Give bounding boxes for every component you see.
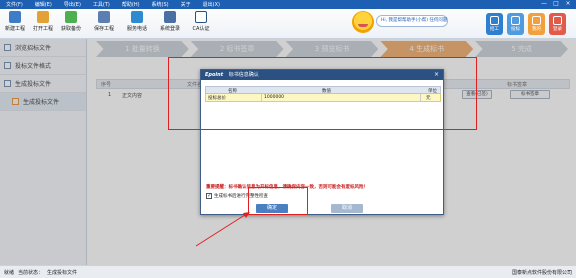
right-button-2[interactable]: 投标 — [507, 13, 524, 35]
cancel-button[interactable]: 取消 — [331, 204, 363, 213]
new-project-button[interactable]: 新建工程 — [2, 11, 28, 32]
epoint-logo: Epoint — [205, 72, 224, 78]
status-ready: 就绪 — [4, 269, 15, 276]
ca-lock-icon — [195, 11, 207, 23]
new-project-icon — [9, 11, 21, 23]
open-project-icon — [37, 11, 49, 23]
dialog-titlebar: Epoint 标书信息确认 × — [201, 70, 443, 80]
close-window-button[interactable]: × — [562, 0, 574, 7]
menu-bar: 文件(F) 编辑(E) 导出(E) 工具(T) 帮助(H) 系统(S) 关于 退… — [0, 0, 576, 9]
table-row[interactable]: 投标总价 1000000 元 — [205, 94, 441, 102]
toolbar: 新建工程 打开工程 获取备份 保存工程 服务电话 系统登录 CA认证 Hi, 我… — [0, 9, 576, 39]
bid-total-label: 投标总价 — [208, 96, 226, 101]
right-button-3[interactable]: 我的 — [528, 13, 545, 35]
menu-about[interactable]: 关于 — [175, 1, 197, 8]
dialog-title: 标书信息确认 — [228, 72, 259, 78]
window-controls: — □ × — [538, 0, 574, 7]
integrity-check-checkbox[interactable] — [206, 192, 212, 199]
menu-help[interactable]: 帮助(H) — [116, 1, 146, 8]
assistant-mascot-icon[interactable] — [352, 11, 374, 33]
assistant-bubble[interactable]: Hi, 我是帮帮助手(小帮) 任何问题 — [376, 15, 448, 27]
right-button-4[interactable]: 登录 — [549, 13, 566, 35]
get-backup-button[interactable]: 获取备份 — [58, 11, 84, 32]
service-phone-button[interactable]: 服务电话 — [124, 11, 150, 32]
login-user-icon — [553, 16, 562, 25]
open-project-button[interactable]: 打开工程 — [30, 11, 56, 32]
integrity-check-label: 生成标书后进行完整性检查 — [214, 194, 268, 199]
menu-system[interactable]: 系统(S) — [146, 1, 175, 8]
status-current-label: 当前状态： — [18, 269, 44, 276]
company-name: 国泰新点软件股份有限公司 — [511, 269, 572, 276]
status-bar: 就绪 当前状态： 生成投标文件 国泰新点软件股份有限公司 — [0, 265, 576, 278]
ca-auth-button[interactable]: CA认证 — [188, 11, 214, 32]
save-project-button[interactable]: 保存工程 — [91, 11, 117, 32]
dialog-close-icon[interactable]: × — [434, 70, 439, 80]
list-icon — [511, 16, 520, 25]
backup-icon — [65, 11, 77, 23]
bid-info-table: 名称 数值 单位 投标总价 1000000 元 — [205, 86, 441, 102]
menu-tools[interactable]: 工具(T) — [87, 1, 116, 8]
integrity-check-option[interactable]: 生成标书后进行完整性检查 — [206, 192, 268, 199]
bid-info-confirm-dialog: Epoint 标书信息确认 × 名称 数值 单位 投标总价 1000000 元 … — [200, 69, 444, 215]
system-login-button[interactable]: 系统登录 — [157, 11, 183, 32]
menu-edit[interactable]: 编辑(E) — [29, 1, 58, 8]
right-button-1[interactable]: 招工 — [486, 13, 503, 35]
bid-info-table-header: 名称 数值 单位 — [205, 86, 441, 94]
bid-total-value-field[interactable]: 1000000 — [261, 94, 421, 101]
save-project-icon — [98, 11, 110, 23]
menu-exit[interactable]: 退出(X) — [197, 1, 226, 8]
status-current-value: 生成投标文件 — [47, 269, 78, 276]
grid-icon — [490, 16, 499, 25]
minimize-button[interactable]: — — [538, 0, 550, 7]
confirm-button[interactable]: 确定 — [256, 204, 288, 213]
warning-text: 重要提醒：标书确认信息为开标信息，请确保内容一致，否则可能会有废标风险！ — [206, 185, 368, 190]
user-icon — [532, 16, 541, 25]
maximize-button[interactable]: □ — [550, 0, 562, 7]
phone-icon — [131, 11, 143, 23]
unit-label: 元 — [426, 96, 431, 101]
login-icon — [164, 11, 176, 23]
menu-file[interactable]: 文件(F) — [0, 1, 29, 8]
menu-export[interactable]: 导出(E) — [58, 1, 87, 8]
